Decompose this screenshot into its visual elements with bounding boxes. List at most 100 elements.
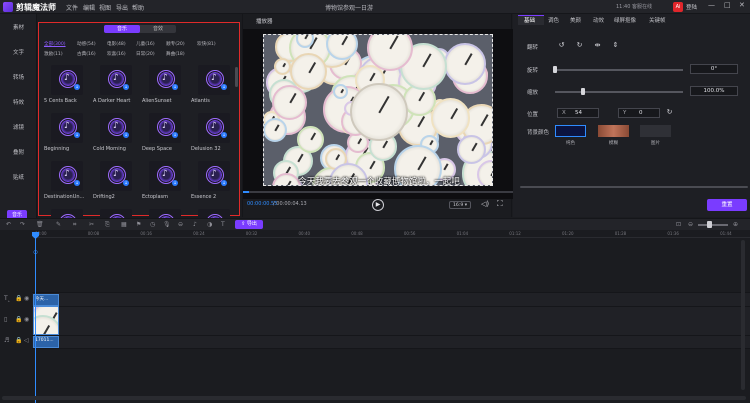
zoom-out-icon[interactable]: ⊖ — [178, 221, 183, 228]
export-button[interactable]: ⇪ 导出 — [235, 220, 263, 229]
music-thumbnail[interactable]: ♪↓ — [100, 65, 132, 95]
music-tile[interactable]: ♪ ↓ Drifting2 — [93, 161, 132, 207]
delete-icon[interactable]: 🗑 — [36, 221, 44, 228]
music-thumbnail[interactable]: ♪↓ — [51, 113, 83, 143]
scale-slider[interactable] — [555, 91, 683, 93]
tab-motion[interactable]: 动效 — [593, 16, 604, 24]
music-tile[interactable]: ♪ ↓ DestinationUn... — [44, 161, 84, 207]
video-screen[interactable]: 今天我要去参观一个收藏博物馆啦，一起吧 — [243, 29, 513, 199]
undo-icon[interactable]: ↶ — [6, 221, 11, 228]
rotate-input[interactable]: 0° — [690, 64, 738, 74]
download-icon[interactable]: ↓ — [221, 84, 227, 90]
rotate-right-icon[interactable]: ↻ — [575, 41, 584, 50]
music-thumbnail[interactable]: ♪↓ — [51, 161, 83, 191]
scale-input[interactable]: 100.0% — [690, 86, 738, 96]
menu-help[interactable]: 帮助 — [132, 3, 144, 12]
menu-view[interactable]: 视图 — [99, 3, 111, 12]
redo-icon[interactable]: ↷ — [20, 221, 25, 228]
scale-slider-handle[interactable] — [581, 88, 586, 95]
menu-file[interactable]: 文件 — [66, 3, 78, 12]
music-thumbnail[interactable]: ♪↓ — [149, 161, 181, 191]
download-icon[interactable]: ↓ — [74, 84, 80, 90]
tab-keyframe[interactable]: 关键帧 — [649, 16, 666, 24]
avatar[interactable]: Ai — [673, 2, 683, 12]
music-tile[interactable]: ♪ ↓ Delusion 32 — [191, 113, 230, 159]
edit-icon[interactable]: ✎ — [56, 221, 61, 228]
close-icon[interactable]: ✕ — [739, 1, 745, 9]
music-thumbnail[interactable]: ♪↓ — [198, 161, 230, 191]
tab-beauty[interactable]: 美颜 — [570, 16, 581, 24]
download-icon[interactable]: ↓ — [123, 180, 129, 186]
tab-sound-effects[interactable]: 音效 — [140, 25, 176, 33]
download-icon[interactable]: ↓ — [172, 84, 178, 90]
reset-position-icon[interactable]: ↻ — [665, 108, 674, 117]
aspect-ratio-select[interactable]: 16:9 ▾ — [449, 201, 471, 209]
audio-clip[interactable]: 17011... — [33, 336, 59, 348]
download-icon[interactable]: ↓ — [172, 180, 178, 186]
zoom-in-icon[interactable]: ⊕ — [733, 221, 738, 228]
text-track[interactable] — [32, 292, 750, 307]
nav-item-effects[interactable]: 特效 — [0, 98, 37, 106]
nav-item-filters[interactable]: 滤镜 — [0, 123, 37, 131]
background-solid-swatch[interactable] — [555, 125, 586, 137]
download-icon[interactable]: ↓ — [123, 84, 129, 90]
maximize-icon[interactable]: □ — [724, 1, 731, 9]
mic-icon[interactable]: 🎙 — [163, 221, 171, 228]
music-tile[interactable]: ♪ ↓ A Darker Heart — [93, 65, 132, 111]
download-icon[interactable]: ↓ — [221, 132, 227, 138]
download-icon[interactable]: ↓ — [123, 132, 129, 138]
rotate-slider[interactable] — [555, 69, 683, 71]
music-tile[interactable]: ♪ ↓ Deep Space — [142, 113, 181, 159]
login-link[interactable]: 登陆 — [686, 3, 697, 11]
video-clip[interactable] — [33, 306, 59, 335]
flip-vertical-icon[interactable]: ⇕ — [611, 41, 620, 50]
music-thumbnail[interactable]: ♪↓ — [149, 65, 181, 95]
vertical-scrollbar[interactable] — [741, 240, 745, 390]
download-icon[interactable]: ↓ — [172, 132, 178, 138]
music-thumbnail[interactable]: ♪↓ — [198, 113, 230, 143]
freeze-icon[interactable]: ⎘ — [105, 221, 110, 229]
speed-icon[interactable]: ◷ — [150, 221, 155, 228]
category-item[interactable]: 古典(16) — [77, 51, 96, 57]
nav-item-media[interactable]: 素材 — [0, 23, 37, 31]
rotate-left-icon[interactable]: ↺ — [557, 41, 566, 50]
tab-chroma-key[interactable]: 绿屏抠像 — [614, 16, 636, 24]
music-tile[interactable]: ♪ ↓ AlienSunset — [142, 65, 181, 111]
color-icon[interactable]: ◑ — [207, 221, 212, 228]
position-x-field[interactable]: X 54 — [557, 108, 599, 118]
volume-icon[interactable]: ◁) — [481, 200, 489, 208]
zoom-slider-handle[interactable] — [707, 221, 712, 228]
background-blur-swatch[interactable] — [598, 125, 629, 137]
category-item[interactable]: 舞曲(18) — [166, 51, 185, 57]
music-tile[interactable]: ♪ ↓ Atlantis — [191, 65, 230, 111]
category-item[interactable]: 欢快(81) — [197, 41, 216, 47]
fit-icon[interactable]: ⊡ — [676, 221, 681, 228]
download-icon[interactable]: ↓ — [221, 180, 227, 186]
music-thumbnail[interactable]: ♪↓ — [51, 65, 83, 95]
subtitle-text[interactable]: 今天我要去参观一个收藏博物馆啦，一起吧 — [264, 175, 492, 185]
tab-basic[interactable]: 基础 — [524, 16, 535, 24]
playhead[interactable] — [35, 236, 36, 403]
marker-icon[interactable]: ⊙ — [33, 249, 38, 256]
category-item[interactable]: 日常(20) — [136, 51, 155, 57]
category-item[interactable]: 动感(54) — [77, 41, 96, 47]
music-thumbnail[interactable]: ♪↓ — [100, 113, 132, 143]
tab-color[interactable]: 调色 — [548, 16, 559, 24]
nav-item-overlay[interactable]: 叠附 — [0, 148, 37, 156]
audio-track[interactable] — [32, 335, 750, 349]
category-item[interactable]: 电影(48) — [107, 41, 126, 47]
zoom-out-icon[interactable]: ⊖ — [688, 221, 693, 228]
download-icon[interactable]: ↓ — [74, 132, 80, 138]
scrollbar[interactable] — [235, 67, 238, 87]
minimize-icon[interactable]: — — [708, 1, 715, 9]
zoom-slider[interactable] — [698, 224, 728, 226]
mosaic-icon[interactable]: ▦ — [121, 221, 127, 228]
flip-horizontal-icon[interactable]: ⇹ — [593, 41, 602, 50]
nav-item-stickers[interactable]: 贴纸 — [0, 173, 37, 181]
music-thumbnail[interactable]: ♪↓ — [149, 113, 181, 143]
music-tile[interactable]: ♪ ↓ Beginning — [44, 113, 83, 159]
menu-export[interactable]: 导出 — [116, 3, 128, 12]
category-item[interactable]: 顺专(20) — [166, 41, 185, 47]
crop-icon[interactable]: ⌗ — [73, 221, 76, 229]
video-track[interactable] — [32, 306, 750, 336]
